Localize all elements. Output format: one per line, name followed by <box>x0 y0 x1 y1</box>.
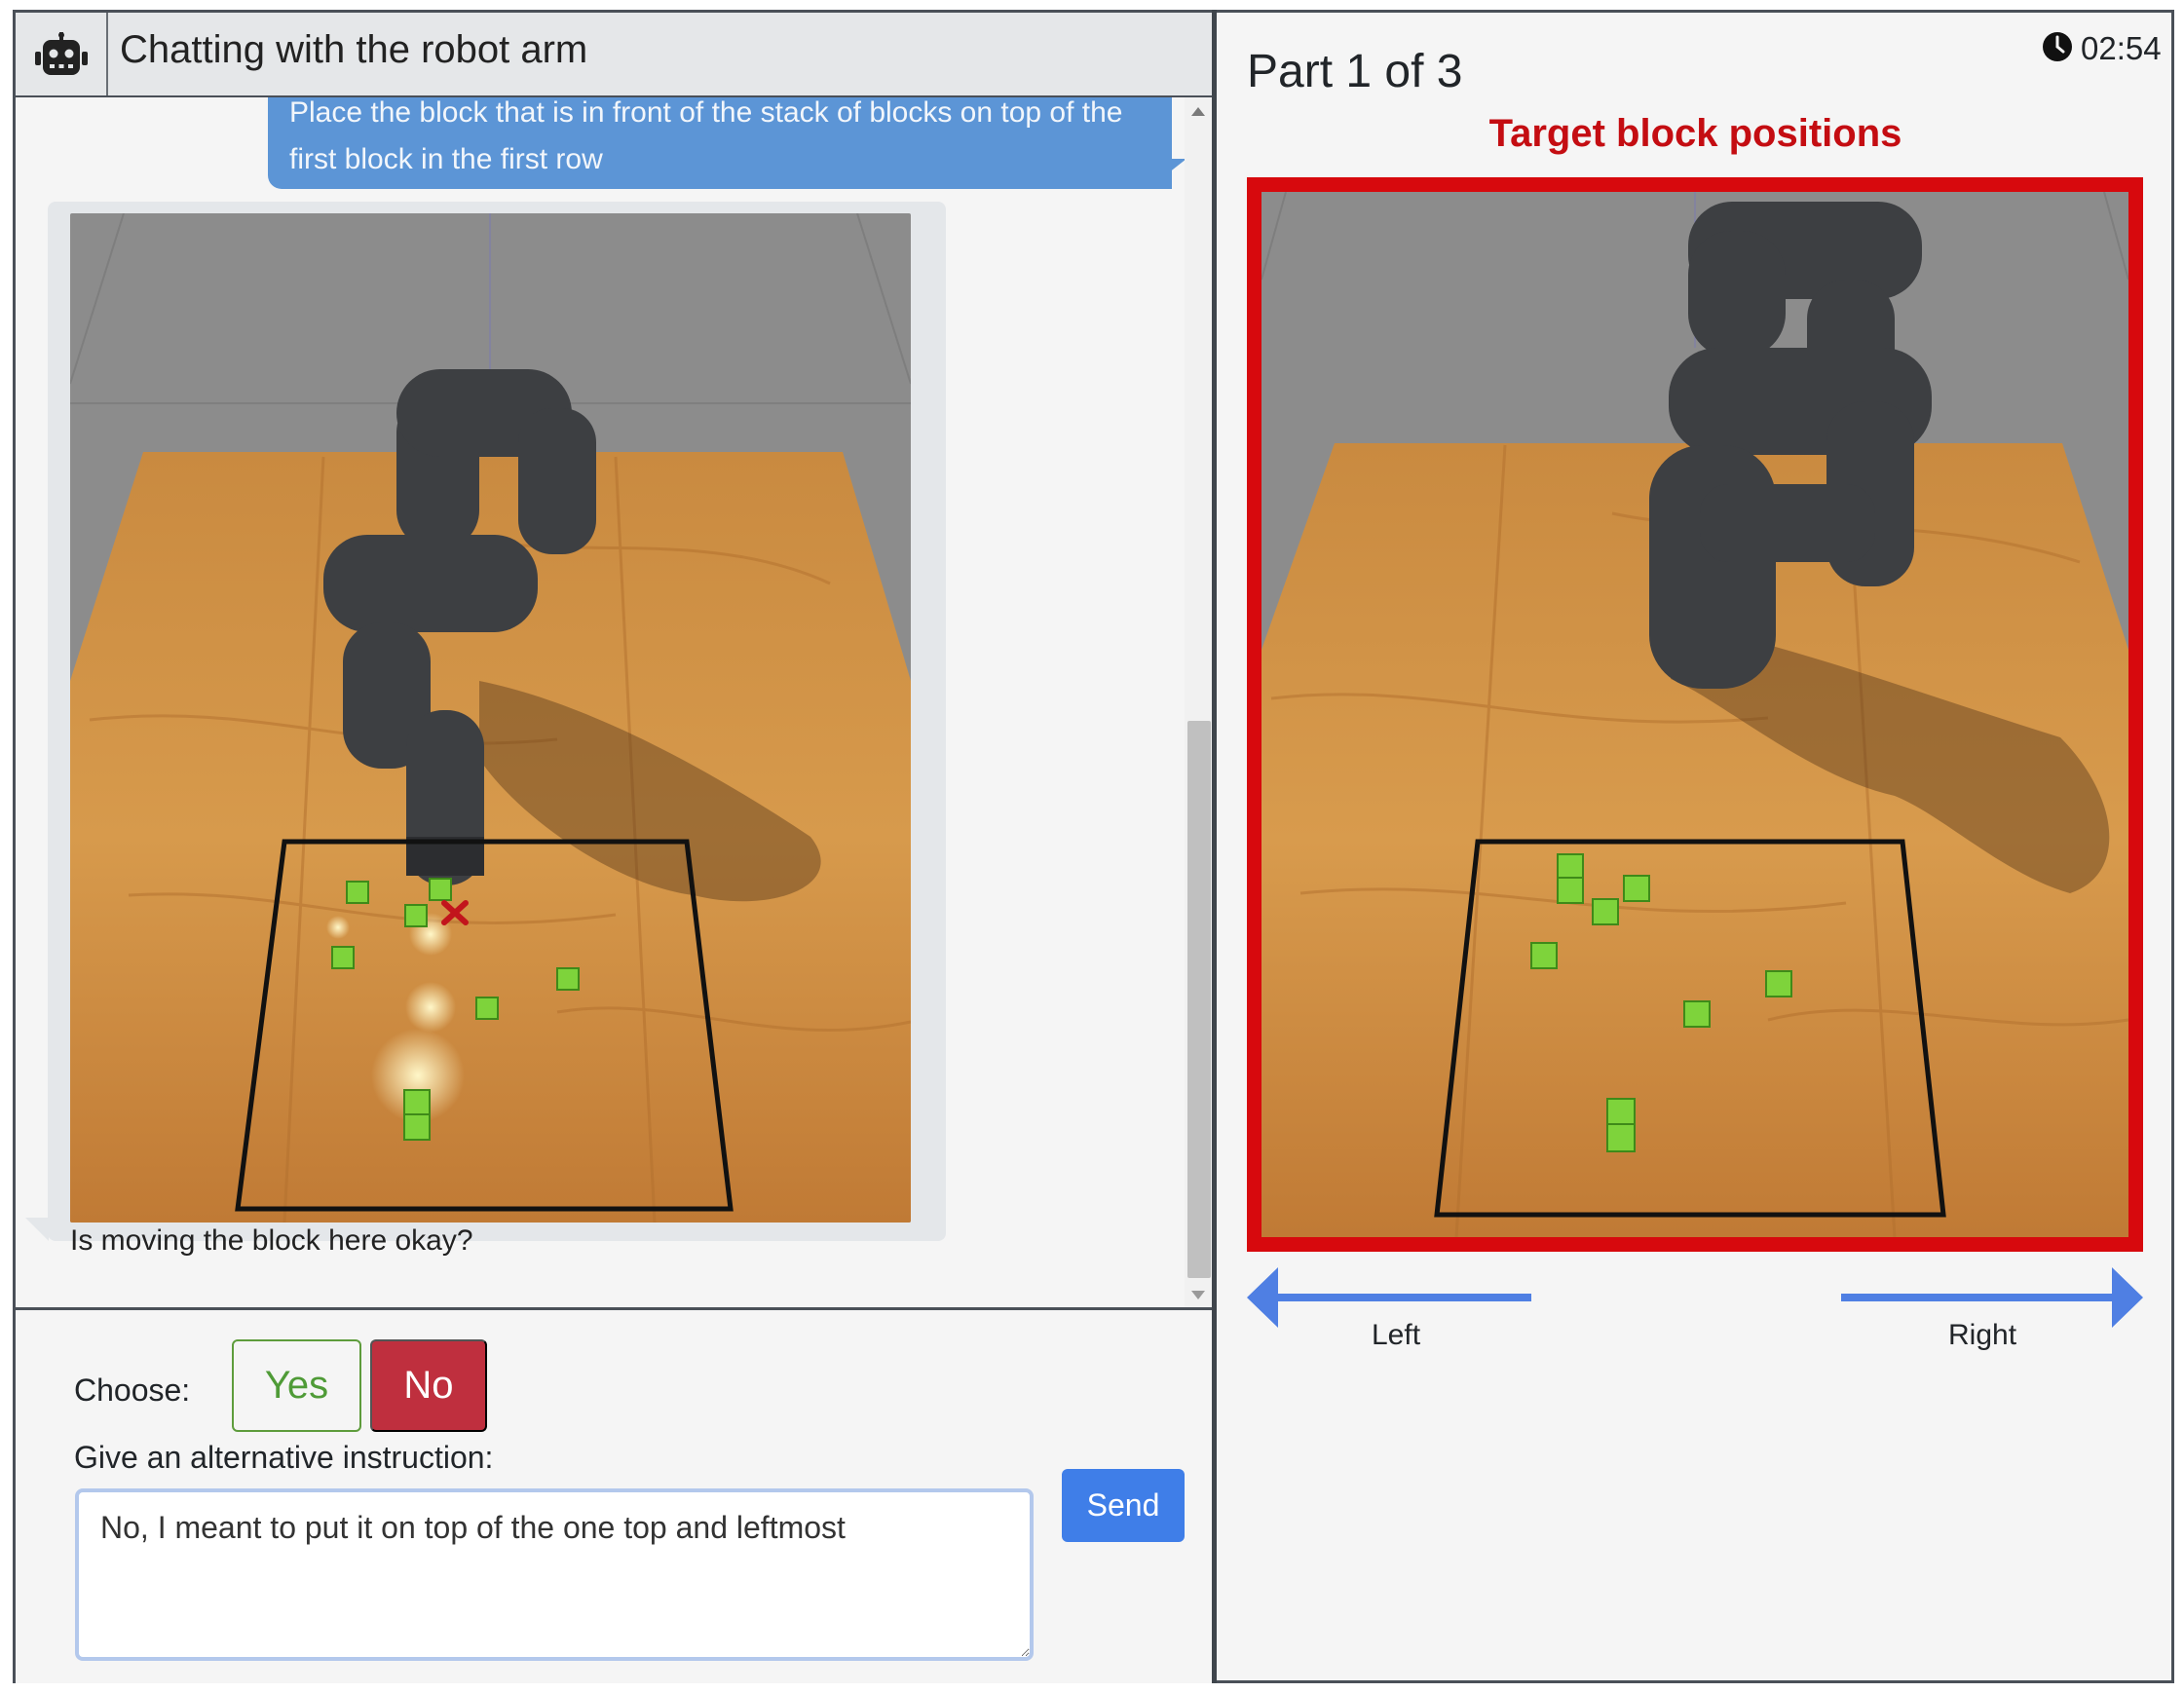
target-title: Target block positions <box>1488 112 1902 155</box>
alternative-instruction-label: Give an alternative instruction: <box>74 1440 494 1475</box>
clock-icon <box>2042 31 2073 67</box>
task-panel: Part 1 of 3 02:54 Target block positions <box>1217 10 2174 1683</box>
user-message-tail <box>1159 159 1186 180</box>
timer-value: 02:54 <box>2081 30 2162 66</box>
nav-right-label: Right <box>1948 1319 2017 1351</box>
nav-left-label: Left <box>1372 1319 1421 1351</box>
scroll-up-arrow-icon[interactable] <box>1191 107 1205 116</box>
chat-title: Chatting with the robot arm <box>120 28 588 71</box>
part-label: Part 1 of 3 <box>1247 46 1463 97</box>
robot-arm-target-positions-image <box>1247 177 2143 1252</box>
robot-message-text: Is moving the block here okay? <box>70 1224 473 1257</box>
timer: 02:54 <box>2042 29 2162 68</box>
yes-button[interactable]: Yes <box>232 1339 361 1432</box>
alternative-instruction-input[interactable]: No, I meant to put it on top of the one … <box>75 1488 1034 1661</box>
scroll-down-arrow-icon[interactable] <box>1191 1291 1205 1299</box>
scrollbar-thumb[interactable] <box>1187 721 1211 1278</box>
choose-label: Choose: <box>74 1373 191 1408</box>
nav-right-button[interactable]: Right <box>1841 1265 2143 1363</box>
nav-left-button[interactable]: Left <box>1247 1265 1539 1363</box>
chat-panel: Chatting with the robot arm Place the bl… <box>13 10 1218 1683</box>
robot-icon <box>16 13 108 95</box>
no-button[interactable]: No <box>370 1339 487 1432</box>
send-button[interactable]: Send <box>1062 1469 1185 1542</box>
robot-message <box>48 202 946 1241</box>
chat-header: Chatting with the robot arm <box>16 13 1218 97</box>
robot-arm-proposed-move-image <box>70 213 911 1223</box>
response-panel: Choose: Yes No Give an alternative instr… <box>16 1307 1218 1683</box>
robot-message-tail <box>25 1218 49 1241</box>
chat-messages[interactable]: Place the block that is in front of the … <box>16 97 1218 1310</box>
user-message: Place the block that is in front of the … <box>268 97 1172 189</box>
